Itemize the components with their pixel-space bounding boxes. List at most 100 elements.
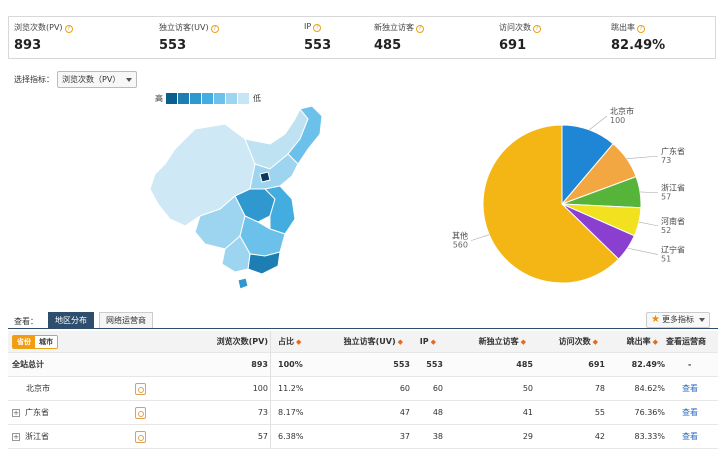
help-icon[interactable]: ? [313,24,322,32]
sort-icon: ◆ [652,337,658,346]
toggle-city[interactable]: 城市 [35,335,57,348]
sort-icon: ◆ [296,337,302,346]
pie-leader-line [640,191,659,194]
metric-label: 独立访客(UV) [159,23,209,32]
cell-pv: 73 [257,408,268,417]
legend-low-label: 低 [253,94,261,103]
cell-bounce: 76.36% [634,408,665,417]
trend-icon[interactable] [135,401,146,424]
cell-bounce: 83.33% [634,432,665,441]
cell-uv: 553 [393,360,410,369]
tab-isp[interactable]: 网络运营商 [99,312,153,328]
cell-isp: - [688,360,692,369]
help-icon[interactable]: ? [637,25,645,33]
legend-swatch [226,93,237,104]
pie-label-value: 100 [610,116,625,125]
china-map[interactable] [150,104,325,294]
isp-link[interactable]: 查看 [682,425,698,448]
col-pv[interactable]: 浏览次数(PV) [188,331,268,352]
col-uv[interactable]: 独立访客(UV) ◆ [333,331,403,352]
help-icon[interactable]: ? [210,25,219,33]
col-isp: 查看运营商 [666,331,716,352]
legend-swatch [214,93,225,104]
sort-icon: ◆ [397,337,403,346]
legend-swatch [202,93,213,104]
table-row: + 广东省 73 8.17% 47 48 41 55 76.36% 查看 [8,401,718,425]
cell-uv: 37 [399,432,410,441]
row-name: 北京市 [26,384,50,393]
pie-label-value: 57 [661,193,671,202]
col-uv-label: 独立访客(UV) [343,337,396,346]
metric-value: 691 [499,38,527,53]
pie-label-value: 560 [453,241,468,250]
help-icon[interactable]: ? [416,25,424,33]
cell-pv: 57 [257,432,268,441]
cell-visits: 55 [594,408,605,417]
metric-uv: 独立访客(UV)? 553 [154,17,299,58]
isp-link[interactable]: 查看 [682,401,698,424]
metric-visits: 访问次数? 691 [494,17,606,58]
more-metrics-button[interactable]: ★ 更多指标 [646,312,710,328]
cell-uv: 60 [399,384,410,393]
pie-label-value: 52 [661,226,671,235]
col-visits[interactable]: 访问次数 ◆ [538,331,598,352]
cell-ratio: 8.17% [278,408,304,417]
cell-new: 29 [522,432,533,441]
pie-label-name: 广东省 [661,146,685,156]
isp-link[interactable]: 查看 [682,377,698,400]
metric-label: 浏览次数(PV) [14,23,63,32]
cell-ip: 38 [432,432,443,441]
cell-visits: 691 [588,360,605,369]
col-bounce[interactable]: 跳出率 ◆ [608,331,658,352]
map-region-hainan[interactable] [237,277,249,290]
metric-value: 553 [304,38,332,53]
metric-dropdown[interactable]: 浏览次数（PV） [57,71,138,88]
metric-pv: 浏览次数(PV)? 893 [9,17,154,58]
help-icon[interactable]: ? [533,25,541,33]
cell-pv: 893 [251,360,268,369]
col-pv-label: 浏览次数(PV) [216,337,268,346]
pie-leader-line [626,155,659,160]
tab-divider [8,328,718,329]
trend-icon[interactable] [135,425,146,448]
metric-value: 893 [14,38,42,53]
more-metrics-label: 更多指标 [661,315,694,324]
pie-leader-line [470,234,490,241]
metric-ip: IP? 553 [299,17,369,58]
cell-ip: 48 [432,408,443,417]
pie-label-value: 73 [661,156,671,165]
col-new-label: 新独立访客 [478,337,519,346]
col-visits-label: 访问次数 [558,337,591,346]
expand-icon[interactable]: + [12,432,20,441]
expand-icon[interactable]: + [12,408,20,417]
trend-icon[interactable] [135,377,146,400]
province-city-toggle[interactable]: 省份 城市 [12,334,58,349]
map-region-beijing[interactable] [259,171,271,183]
col-ratio[interactable]: 占比 ◆ [278,331,338,352]
help-icon[interactable]: ? [64,25,73,33]
pie-leader-line [627,247,659,255]
metrics-bar: 浏览次数(PV)? 893 独立访客(UV)? 553 IP? 553 新独立访… [8,16,716,59]
metric-selector: 选择指标： 浏览次数（PV） [14,71,138,88]
dropdown-value: 浏览次数（PV） [62,75,121,84]
chevron-down-icon [698,318,705,322]
toggle-province[interactable]: 省份 [13,335,35,348]
col-ip[interactable]: IP ◆ [406,331,436,352]
view-label: 查看： [14,317,38,326]
col-new-visitors[interactable]: 新独立访客 ◆ [448,331,526,352]
cell-uv: 47 [399,408,410,417]
col-ratio-label: 占比 [278,337,294,346]
tab-region[interactable]: 地区分布 [48,312,94,328]
cell-bounce: 82.49% [631,360,665,369]
metric-label: 新独立访客 [374,23,414,32]
legend-swatches [166,93,250,104]
legend-swatch [178,93,189,104]
row-name: 浙江省 [25,432,49,441]
cell-ratio: 6.38% [278,432,304,441]
cell-ip: 553 [426,360,443,369]
table-row-total: 全站总计 893 100% 553 553 485 691 82.49% - [8,353,718,377]
cell-new: 485 [516,360,533,369]
cell-ratio: 100% [278,360,303,369]
cell-new: 50 [522,384,533,393]
cell-bounce: 84.62% [634,384,665,393]
